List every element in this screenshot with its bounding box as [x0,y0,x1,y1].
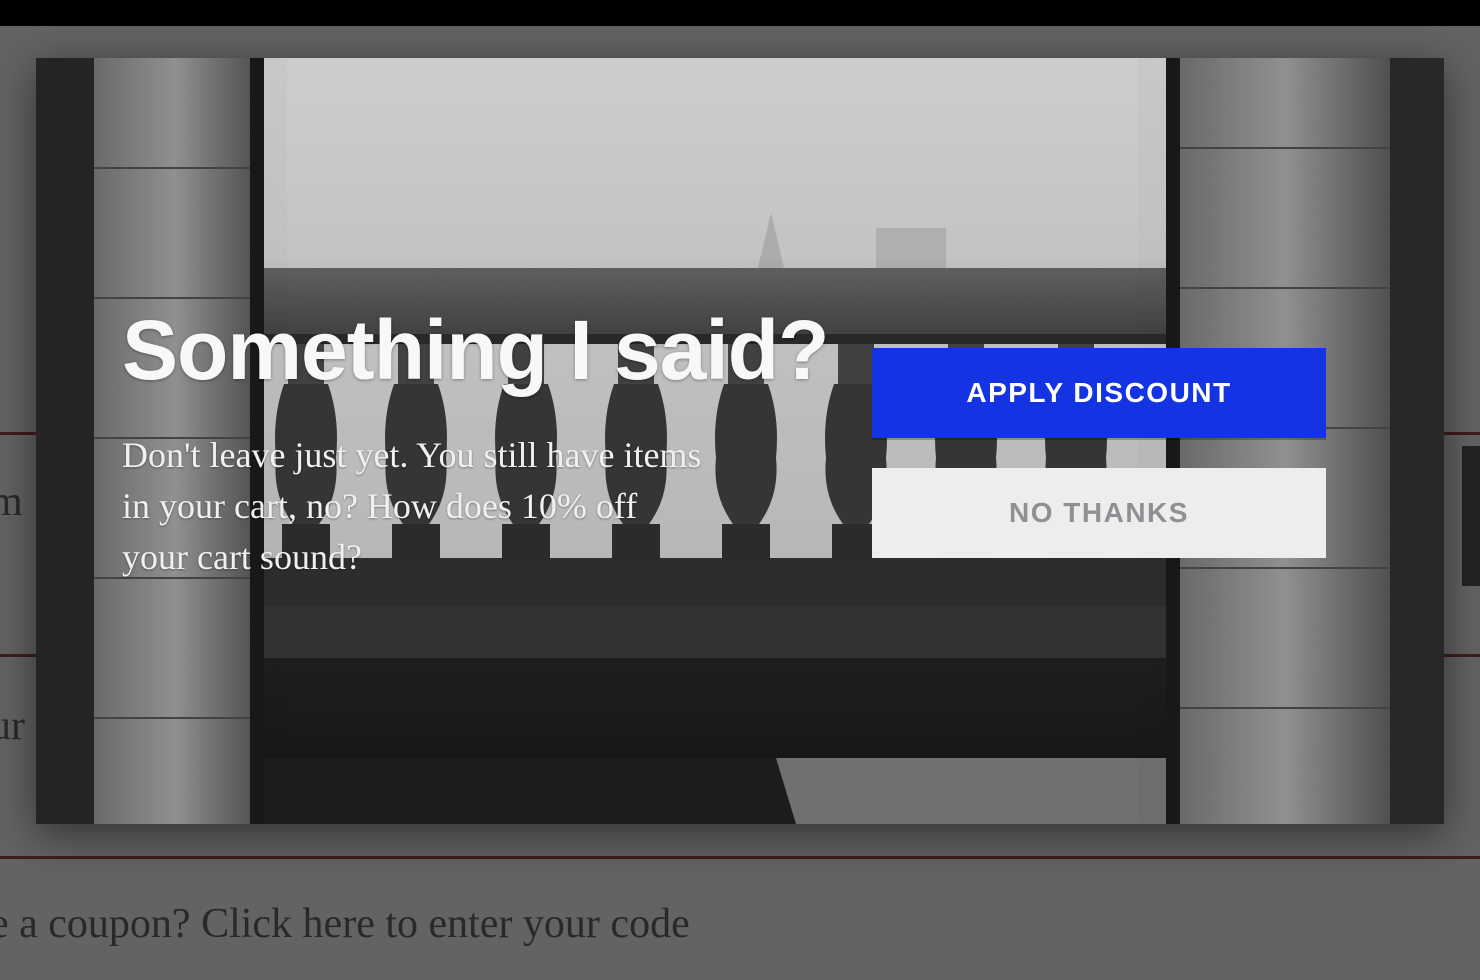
modal-title: Something I said? [122,302,828,399]
modal-body-text: Don't leave just yet. You still have ite… [122,430,712,583]
exit-intent-modal: Something I said? Don't leave just yet. … [36,58,1444,824]
apply-discount-button[interactable]: APPLY DISCOUNT [872,348,1326,438]
no-thanks-button[interactable]: NO THANKS [872,468,1326,558]
